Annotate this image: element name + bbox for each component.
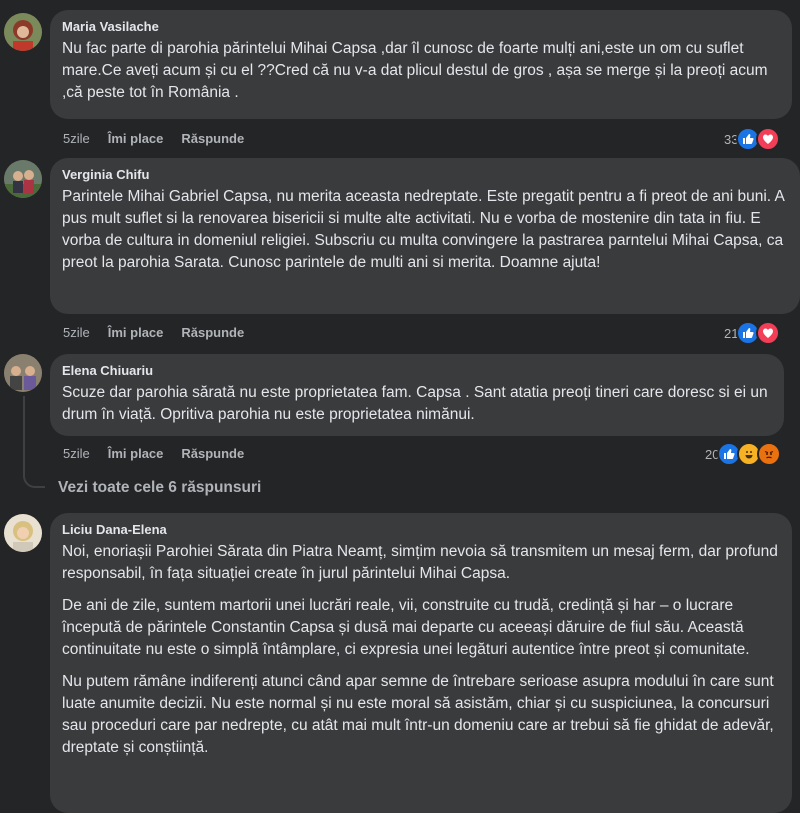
comment-author[interactable]: Elena Chiuariu [62, 362, 772, 380]
comment-bubble: Liciu Dana-Elena Noi, enoriașii Parohiei… [50, 513, 792, 813]
comment-author[interactable]: Verginia Chifu [62, 166, 788, 184]
avatar[interactable] [4, 514, 42, 552]
reactions[interactable]: 21 [724, 321, 781, 345]
avatar[interactable] [4, 13, 42, 51]
comment-time[interactable]: 5zile [63, 131, 90, 146]
comment-author[interactable]: Maria Vasilache [62, 18, 780, 36]
comment-actions: 5zile Îmi place Răspunde [63, 131, 262, 146]
comment-time[interactable]: 5zile [63, 325, 90, 340]
comment-bubble: Elena Chiuariu Scuze dar parohia sărată … [50, 354, 784, 436]
comment-actions: 5zile Îmi place Răspunde [63, 325, 262, 340]
reply-button[interactable]: Răspunde [181, 446, 244, 461]
love-icon [756, 321, 781, 345]
reply-button[interactable]: Răspunde [181, 325, 244, 340]
love-icon [756, 127, 781, 151]
reactions[interactable]: 33 [724, 127, 781, 151]
comment-text: Scuze dar parohia sărată nu este proprie… [62, 384, 768, 423]
comment-bubble: Verginia Chifu Parintele Mihai Gabriel C… [50, 158, 800, 314]
thread-line [23, 396, 25, 474]
angry-icon [757, 442, 782, 466]
avatar[interactable] [4, 354, 42, 392]
view-replies-link[interactable]: Vezi toate cele 6 răspunsuri [58, 479, 261, 497]
reply-button[interactable]: Răspunde [181, 131, 244, 146]
like-button[interactable]: Îmi place [108, 325, 164, 340]
comment-paragraph: Nu putem rămâne indiferenți atunci când … [62, 673, 774, 756]
comment-text: Parintele Mihai Gabriel Capsa, nu merita… [62, 188, 785, 271]
reactions[interactable]: 20 [705, 442, 782, 466]
comment-paragraph: Noi, enoriașii Parohiei Sărata din Piatr… [62, 543, 778, 582]
comment-time[interactable]: 5zile [63, 446, 90, 461]
avatar[interactable] [4, 160, 42, 198]
comment-author[interactable]: Liciu Dana-Elena [62, 521, 780, 539]
thread-curve [23, 474, 45, 488]
comment-text: Nu fac parte di parohia părintelui Mihai… [62, 40, 768, 101]
comment-bubble: Maria Vasilache Nu fac parte di parohia … [50, 10, 792, 119]
like-button[interactable]: Îmi place [108, 131, 164, 146]
like-button[interactable]: Îmi place [108, 446, 164, 461]
comment-paragraph: De ani de zile, suntem martorii unei luc… [62, 597, 750, 658]
comment-actions: 5zile Îmi place Răspunde [63, 446, 262, 461]
